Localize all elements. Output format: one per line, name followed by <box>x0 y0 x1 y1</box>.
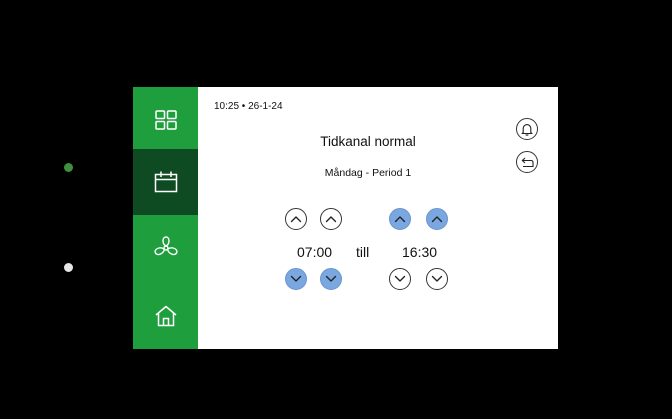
period-subtitle: Måndag - Period 1 <box>324 167 412 179</box>
chevron-up-icon <box>394 216 406 223</box>
chevron-down-icon <box>290 275 302 282</box>
end-hour-down-button[interactable] <box>389 268 411 290</box>
chevron-down-icon <box>394 275 406 282</box>
till-label: till <box>356 244 370 260</box>
main-panel: 10:25 • 26-1-24 Tidkanal normal Måndag -… <box>198 87 558 349</box>
chevron-down-icon <box>325 275 337 282</box>
start-minute-up-button[interactable] <box>320 208 342 230</box>
end-time-value: 16:30 <box>402 244 438 260</box>
sidebar-item-ventilation[interactable] <box>133 215 198 281</box>
back-button[interactable] <box>516 151 538 173</box>
sidebar <box>133 87 198 349</box>
start-time-value: 07:00 <box>297 244 333 260</box>
calendar-icon <box>154 171 177 193</box>
start-hour-up-button[interactable] <box>285 208 307 230</box>
datetime-label: 10:25 • 26-1-24 <box>214 101 283 112</box>
status-led-green <box>64 163 73 172</box>
alarm-button[interactable] <box>516 118 538 140</box>
sidebar-item-overview[interactable] <box>133 87 198 153</box>
bell-icon <box>521 123 533 136</box>
sidebar-item-schedule[interactable] <box>133 149 198 215</box>
chevron-down-icon <box>431 275 443 282</box>
home-icon <box>155 305 176 327</box>
status-led-white <box>64 263 73 272</box>
start-hour-down-button[interactable] <box>285 268 307 290</box>
chevron-up-icon <box>290 216 302 223</box>
end-minute-up-button[interactable] <box>426 208 448 230</box>
sidebar-item-home[interactable] <box>133 283 198 349</box>
chevron-up-icon <box>431 216 443 223</box>
page-title: Tidkanal normal <box>320 134 416 149</box>
chevron-up-icon <box>325 216 337 223</box>
grid-icon <box>154 110 177 130</box>
end-hour-up-button[interactable] <box>389 208 411 230</box>
fan-icon <box>153 236 178 256</box>
end-minute-down-button[interactable] <box>426 268 448 290</box>
touch-screen: 10:25 • 26-1-24 Tidkanal normal Måndag -… <box>133 87 558 349</box>
start-minute-down-button[interactable] <box>320 268 342 290</box>
back-icon <box>521 157 534 167</box>
